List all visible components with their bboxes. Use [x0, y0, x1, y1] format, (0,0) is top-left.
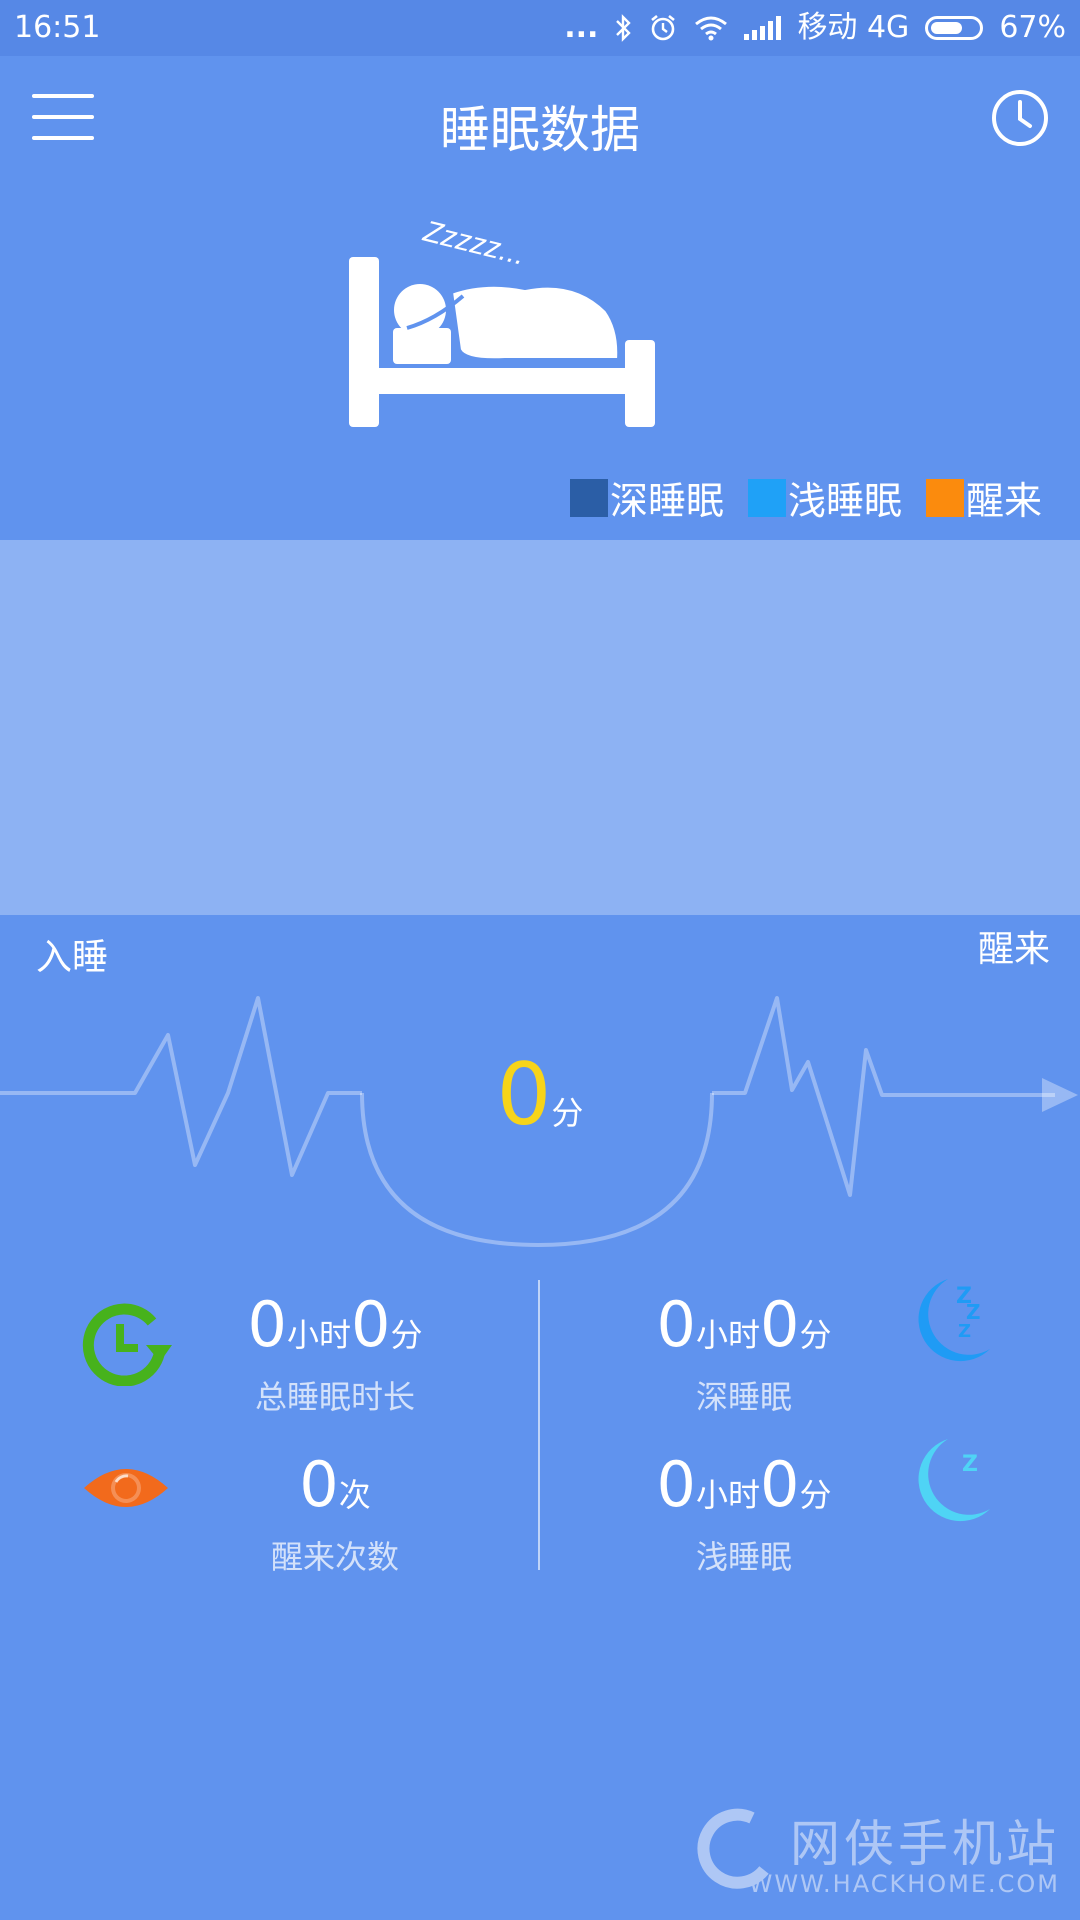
minutes-unit: 分: [390, 1316, 423, 1354]
battery-icon: [925, 16, 984, 40]
page-title: 睡眠数据: [440, 101, 640, 159]
wake-count-number: 0: [299, 1448, 339, 1521]
light-sleep-label: 浅睡眠: [695, 1538, 792, 1576]
count-unit: 次: [338, 1476, 371, 1514]
minutes-unit: 分: [799, 1476, 832, 1514]
legend-label: 深睡眠: [609, 479, 724, 523]
status-time: 16:51: [14, 10, 101, 45]
watermark: 网侠手机站 WWW.HACKHOME.COM: [692, 1800, 1072, 1910]
sleep-score: 0分: [0, 1045, 1080, 1145]
sleeping-bed-illustration: Zzzzz...: [349, 215, 655, 427]
sleep-score-unit: 分: [551, 1094, 584, 1132]
watermark-cn: 网侠手机站: [790, 1815, 1060, 1873]
total-sleep-hours: 0: [247, 1288, 287, 1361]
carrier-label: 移动 4G: [797, 10, 910, 45]
wake-count-stat: 0次 醒来次数: [215, 1450, 455, 1578]
deep-sleep-minutes: 0: [760, 1288, 800, 1361]
total-sleep-label: 总睡眠时长: [254, 1378, 415, 1416]
wake-eye-icon: [84, 1469, 168, 1507]
deep-sleep-stat: 0小时0分 深睡眠: [624, 1290, 864, 1418]
svg-text:Z: Z: [962, 1452, 978, 1477]
light-sleep-minutes: 0: [760, 1448, 800, 1521]
total-sleep-value: 0小时0分: [215, 1290, 455, 1370]
fall-asleep-label: 入睡: [36, 937, 109, 978]
status-icons: ... 移动 4G 67%: [564, 0, 1066, 56]
wifi-icon: [695, 16, 728, 41]
legend-swatch-light: [747, 478, 786, 517]
deep-sleep-value: 0小时0分: [624, 1290, 864, 1370]
deep-sleep-moon-icon: Z Z Z: [918, 1279, 990, 1362]
legend-label: 浅睡眠: [787, 479, 902, 523]
app-bar: 睡眠数据: [0, 56, 1080, 186]
legend-swatch-deep: [569, 478, 608, 517]
legend-label: 醒来: [965, 479, 1042, 523]
alarm-icon: [651, 14, 676, 41]
wake-count-value: 0次: [215, 1450, 455, 1530]
stats-divider: [538, 1280, 540, 1570]
hours-unit: 小时: [695, 1476, 760, 1514]
hours-unit: 小时: [286, 1316, 351, 1354]
wake-count-label: 醒来次数: [270, 1538, 399, 1576]
more-notifications-icon: ...: [564, 10, 599, 45]
wake-up-label: 醒来: [977, 929, 1050, 970]
legend-deep-sleep: 深睡眠: [569, 470, 724, 525]
history-clock-icon[interactable]: [990, 88, 1050, 148]
total-sleep-clock-icon: [82, 1303, 172, 1386]
legend-light-sleep: 浅睡眠: [747, 470, 902, 525]
light-sleep-hours: 0: [656, 1448, 696, 1521]
light-sleep-value: 0小时0分: [624, 1450, 864, 1530]
legend-awake: 醒来: [925, 470, 1042, 525]
legend-swatch-awake: [925, 478, 964, 517]
sleep-chart-area: [0, 540, 1080, 915]
deep-sleep-label: 深睡眠: [695, 1378, 792, 1416]
bluetooth-icon: [616, 14, 632, 42]
sleep-legend: 深睡眠 浅睡眠 醒来: [546, 470, 1042, 525]
watermark-en: WWW.HACKHOME.COM: [748, 1870, 1060, 1898]
total-sleep-minutes: 0: [351, 1288, 391, 1361]
total-sleep-stat: 0小时0分 总睡眠时长: [215, 1290, 455, 1418]
sleep-score-value: 0: [496, 1045, 552, 1145]
battery-percent: 67%: [999, 10, 1066, 45]
minutes-unit: 分: [799, 1316, 832, 1354]
signal-icon: [744, 16, 782, 40]
deep-sleep-hours: 0: [656, 1288, 696, 1361]
light-sleep-stat: 0小时0分 浅睡眠: [624, 1450, 864, 1578]
svg-text:Z: Z: [958, 1321, 971, 1342]
light-sleep-moon-icon: Z: [918, 1439, 990, 1522]
snore-text: Zzzzz...: [419, 215, 528, 272]
hours-unit: 小时: [695, 1316, 760, 1354]
status-bar: 16:51 ... 移动 4G 67%: [0, 0, 1080, 56]
